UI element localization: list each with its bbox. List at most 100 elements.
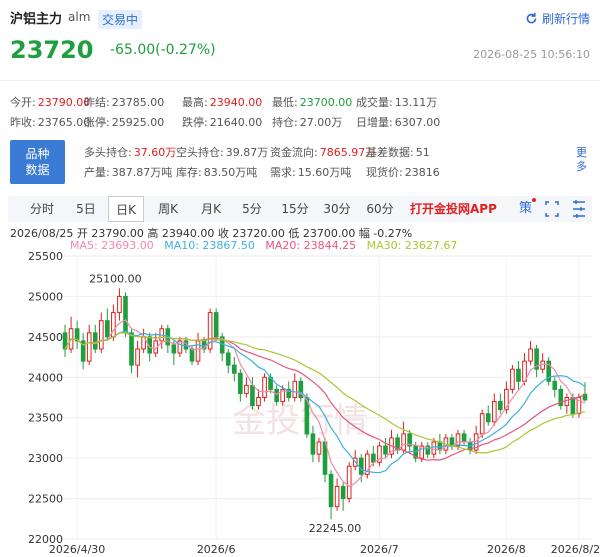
stat-value: 23785.00 [111, 96, 165, 109]
tab-0[interactable]: 分时 [22, 196, 62, 222]
variety-row2-3: 现货价: 23816 [366, 164, 440, 180]
divider [0, 80, 600, 81]
stat-row2-0: 昨收: 23765.00 [10, 114, 90, 130]
stat-value: 23700.00 [299, 96, 353, 109]
strategy-button[interactable]: 策 [519, 196, 532, 222]
stat-row1-4: 成交量: 13.11万 [356, 94, 437, 110]
candle-up [262, 376, 267, 398]
status-badge: 交易中 [98, 10, 143, 29]
stat-value: 25925.00 [111, 116, 165, 129]
stat-row2-3: 持仓: 27.00万 [272, 114, 342, 130]
tab-1[interactable]: 5日 [68, 196, 104, 222]
stat-row2-2: 跌停: 21640.00 [182, 114, 262, 130]
variety-label: 现货价: [366, 166, 403, 179]
candle-up [135, 348, 140, 366]
candle-down [92, 332, 98, 350]
candle-down [274, 388, 279, 403]
stat-label: 最高: [182, 96, 208, 109]
candle-down [340, 485, 346, 500]
variety-row1-2: 资金流向: 7865.97万 [270, 144, 376, 160]
candle-up [256, 397, 261, 407]
variety-row2-1: 库存: 83.50万吨 [176, 164, 257, 180]
tab-4[interactable]: 月K [192, 196, 230, 222]
variety-row2-0: 产量: 387.87万吨 [84, 164, 172, 180]
candle-up [401, 433, 406, 451]
stat-row1-2: 最高: 23940.00 [182, 94, 262, 110]
candle-down [189, 348, 195, 362]
stat-value: 23765.00 [37, 116, 91, 129]
y-tick-label: 25000 [28, 290, 63, 303]
y-tick-label: 24500 [28, 331, 63, 344]
candle-up [479, 413, 485, 435]
y-tick-label: 25500 [28, 250, 63, 263]
tab-2[interactable]: 日K [108, 196, 144, 222]
variety-label: 资金流向: [270, 146, 318, 159]
variety-row1-0: 多头持仓: 37.60万 [84, 144, 176, 160]
stat-value: 21640.00 [209, 116, 263, 129]
candle-up [98, 320, 104, 350]
variety-value: 83.50万吨 [203, 166, 258, 179]
variety-box-line1: 品种 [25, 147, 50, 161]
candle-up [491, 401, 497, 423]
more-link[interactable]: 更多 [576, 146, 588, 174]
stat-value: 6307.00 [394, 116, 441, 129]
stat-value: 27.00万 [299, 116, 343, 129]
y-tick-label: 23500 [28, 412, 63, 425]
open-app-link[interactable]: 打开金投网APP [410, 196, 497, 222]
candle-up [86, 332, 92, 362]
y-tick-label: 22500 [28, 493, 63, 506]
variety-value: 23816 [404, 166, 440, 179]
fullscreen-icon[interactable] [545, 196, 559, 222]
candle-down [328, 473, 334, 508]
candle-down [552, 380, 558, 390]
variety-value: 387.87万吨 [111, 166, 173, 179]
stat-value: 23940.00 [209, 96, 263, 109]
candle-down [105, 320, 110, 338]
tab-7[interactable]: 30分 [318, 196, 356, 222]
stat-label: 跌停: [182, 116, 208, 129]
candle-up [316, 441, 322, 455]
tab-3[interactable]: 周K [148, 196, 188, 222]
y-tick-label: 24000 [28, 371, 63, 384]
y-tick-label: 23000 [28, 452, 63, 465]
stat-row1-0: 今开: 23790.00 [10, 94, 90, 110]
tab-6[interactable]: 15分 [276, 196, 314, 222]
contract-name: 沪铝主力 [10, 12, 63, 27]
candle-up [195, 340, 201, 362]
price-change: -65.00(-0.27%) [110, 42, 216, 58]
candle-down [461, 433, 467, 443]
variety-label: 基差数据: [366, 146, 414, 159]
stat-row2-4: 日增量: 6307.00 [356, 114, 440, 130]
x-tick-label: 2026/8/25 [551, 543, 600, 556]
candle-down [358, 457, 364, 475]
tab-5[interactable]: 5分 [234, 196, 270, 222]
variety-label: 库存: [176, 166, 202, 179]
min-label: 22245.00 [309, 522, 362, 535]
variety-row1-3: 基差数据: 51 [366, 144, 430, 160]
candle-up [244, 384, 249, 394]
candle-up [510, 368, 515, 390]
stat-value: 13.11万 [394, 96, 438, 109]
candle-down [123, 295, 128, 334]
x-tick-label: 2026/7 [360, 543, 399, 556]
stat-label: 涨停: [84, 116, 110, 129]
contract-code: alm [68, 10, 91, 24]
candle-down [485, 413, 491, 423]
tab-8[interactable]: 60分 [360, 196, 400, 222]
variety-label: 需求: [270, 166, 296, 179]
variety-box-line2: 数据 [25, 163, 50, 177]
settings-icon[interactable] [572, 196, 586, 222]
stat-value: 23790.00 [37, 96, 91, 109]
candle-down [371, 453, 376, 463]
candle-down [213, 312, 219, 338]
stat-label: 昨收: [10, 116, 36, 129]
kline-chart[interactable]: 2200022500230002350024000245002500025500… [0, 250, 600, 557]
candle-up [564, 397, 570, 407]
refresh-icon [526, 12, 537, 24]
variety-data-button[interactable]: 品种 数据 [10, 140, 65, 184]
x-tick-label: 2026/4/30 [49, 543, 105, 556]
variety-value: 37.60万 [133, 146, 177, 159]
candle-up [528, 348, 533, 362]
refresh-button[interactable]: 刷新行情 [525, 10, 590, 27]
variety-value: 39.87万 [225, 146, 269, 159]
